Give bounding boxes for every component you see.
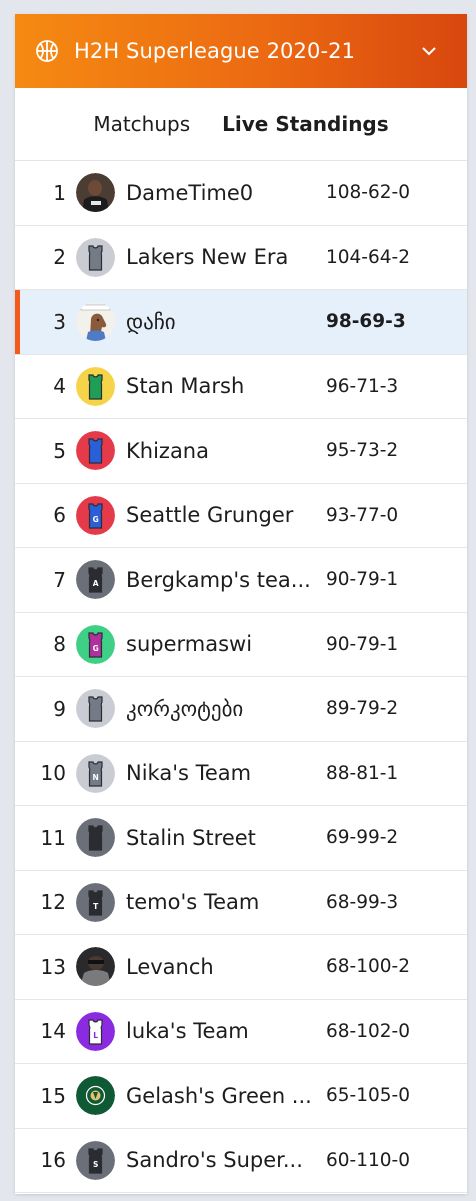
team-name[interactable]: Khizana xyxy=(126,439,326,463)
team-record: 90-79-1 xyxy=(326,633,399,655)
team-avatar xyxy=(76,302,115,342)
team-avatar: A xyxy=(76,560,115,600)
team-avatar: S xyxy=(76,1140,115,1180)
team-rank: 10 xyxy=(40,761,66,786)
team-name[interactable]: Seattle Grunger xyxy=(126,503,326,527)
team-record: 68-100-2 xyxy=(326,956,410,978)
team-rank: 16 xyxy=(40,1148,66,1173)
team-avatar xyxy=(76,173,115,213)
standings-row[interactable]: 6 G Seattle Grunger 93-77-0 xyxy=(15,484,467,548)
standings-row[interactable]: 3 დაჩი 98-69-3 xyxy=(15,290,467,355)
team-rank: 4 xyxy=(53,374,66,399)
team-avatar xyxy=(76,947,115,987)
standings-row[interactable]: 10 N Nika's Team 88-81-1 xyxy=(15,742,467,806)
team-avatar: L xyxy=(76,1011,115,1051)
standings-row[interactable]: 15 Gelash's Green ... 65-105-0 xyxy=(15,1064,467,1129)
team-avatar: N xyxy=(76,753,115,793)
basketball-icon xyxy=(35,39,59,63)
standings-row[interactable]: 5 Khizana 95-73-2 xyxy=(15,419,467,484)
team-avatar xyxy=(76,1076,115,1116)
svg-text:A: A xyxy=(93,579,99,588)
standings-row[interactable]: 14 Lluka's Team 68-102-0 xyxy=(15,1000,467,1064)
team-record: 89-79-2 xyxy=(326,698,399,720)
team-rank: 9 xyxy=(53,696,66,721)
team-rank: 12 xyxy=(40,890,66,915)
svg-text:L: L xyxy=(93,1031,98,1040)
svg-text:G: G xyxy=(93,644,99,653)
standings-row[interactable]: 16 S Sandro's Super... 60-110-0 xyxy=(15,1129,467,1193)
team-record: 108-62-0 xyxy=(326,182,410,204)
team-rank: 15 xyxy=(40,1083,66,1108)
svg-text:G: G xyxy=(93,515,99,524)
team-name[interactable]: temo's Team xyxy=(126,890,326,914)
team-record: 69-99-2 xyxy=(326,827,399,849)
league-title: H2H Superleague 2020-21 xyxy=(74,39,356,63)
team-record: 65-105-0 xyxy=(326,1085,410,1107)
team-name[interactable]: DameTime0 xyxy=(126,181,326,205)
team-avatar xyxy=(76,237,115,277)
my-team-indicator xyxy=(15,290,20,354)
team-avatar xyxy=(76,689,115,729)
team-name[interactable]: Stan Marsh xyxy=(126,374,326,398)
team-rank: 13 xyxy=(40,954,66,979)
standings-row[interactable]: 13 Levanch 68-100-2 xyxy=(15,935,467,1000)
standings-row[interactable]: 4 Stan Marsh 96-71-3 xyxy=(15,355,467,419)
tab-matchups[interactable]: Matchups xyxy=(77,112,206,136)
team-name[interactable]: Stalin Street xyxy=(126,826,326,850)
team-name[interactable]: Nika's Team xyxy=(126,761,326,785)
team-avatar: G xyxy=(76,495,115,535)
team-rank: 14 xyxy=(40,1019,66,1044)
team-record: 88-81-1 xyxy=(326,762,399,784)
team-name[interactable]: supermaswi xyxy=(126,632,326,656)
team-avatar: T xyxy=(76,882,115,922)
standings-row[interactable]: 9 კორკოტები 89-79-2 xyxy=(15,677,467,742)
team-record: 95-73-2 xyxy=(326,440,399,462)
team-rank: 2 xyxy=(53,245,66,270)
team-avatar xyxy=(76,431,115,471)
team-name[interactable]: Gelash's Green ... xyxy=(126,1084,326,1108)
team-record: 93-77-0 xyxy=(326,504,399,526)
standings-row[interactable]: 8 Gsupermaswi 90-79-1 xyxy=(15,613,467,677)
team-rank: 6 xyxy=(53,503,66,528)
team-avatar xyxy=(76,366,115,406)
team-name[interactable]: Sandro's Super... xyxy=(126,1148,326,1172)
team-rank: 7 xyxy=(53,567,66,592)
standings-row[interactable]: 2 Lakers New Era 104-64-2 xyxy=(15,226,467,290)
svg-text:T: T xyxy=(93,902,99,911)
svg-text:N: N xyxy=(93,773,99,782)
tab-live-standings[interactable]: Live Standings xyxy=(206,112,405,136)
team-name[interactable]: Lakers New Era xyxy=(126,245,326,269)
team-record: 68-102-0 xyxy=(326,1020,410,1042)
team-rank: 1 xyxy=(53,180,66,205)
svg-text:S: S xyxy=(93,1160,98,1169)
team-record: 98-69-3 xyxy=(326,311,406,333)
league-card: H2H Superleague 2020-21 Matchups Live St… xyxy=(15,14,467,1194)
team-rank: 3 xyxy=(53,309,66,334)
team-name[interactable]: Bergkamp's tea... xyxy=(126,568,326,592)
team-rank: 5 xyxy=(53,438,66,463)
team-record: 96-71-3 xyxy=(326,375,399,397)
team-rank: 11 xyxy=(40,825,66,850)
league-selector[interactable]: H2H Superleague 2020-21 xyxy=(15,14,467,88)
standings-row[interactable]: 11 Stalin Street 69-99-2 xyxy=(15,806,467,871)
team-name[interactable]: დაჩი xyxy=(126,310,326,334)
team-name[interactable]: luka's Team xyxy=(126,1019,326,1043)
team-record: 60-110-0 xyxy=(326,1149,410,1171)
team-rank: 8 xyxy=(53,632,66,657)
chevron-down-icon[interactable] xyxy=(419,41,439,61)
standings-list: 1 DameTime0 108-62-0 2 Lakers New Era 104-64-… xyxy=(15,161,467,1193)
team-record: 68-99-3 xyxy=(326,891,399,913)
team-name[interactable]: კორკოტები xyxy=(126,697,326,721)
standings-row[interactable]: 7 A Bergkamp's tea... 90-79-1 xyxy=(15,548,467,613)
standings-row[interactable]: 1 DameTime0 108-62-0 xyxy=(15,161,467,226)
standings-row[interactable]: 12 Ttemo's Team 68-99-3 xyxy=(15,871,467,935)
team-avatar xyxy=(76,818,115,858)
team-record: 90-79-1 xyxy=(326,569,399,591)
team-avatar: G xyxy=(76,624,115,664)
team-record: 104-64-2 xyxy=(326,246,410,268)
standings-tabs: Matchups Live Standings xyxy=(15,88,467,161)
team-name[interactable]: Levanch xyxy=(126,955,326,979)
